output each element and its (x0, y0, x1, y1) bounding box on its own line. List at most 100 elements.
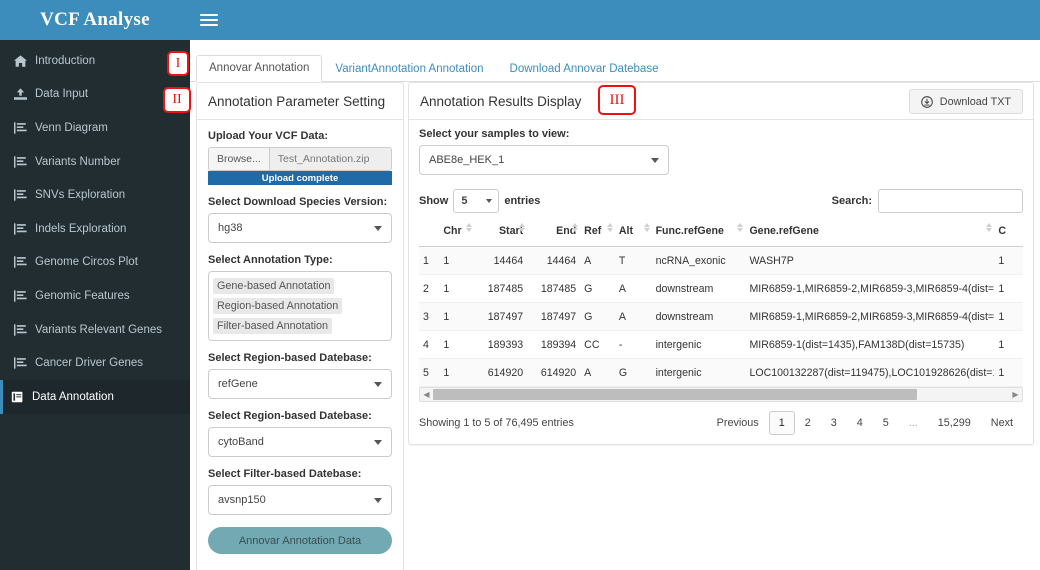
annovar-annotation-data-button[interactable]: Annovar Annotation Data (208, 527, 392, 554)
sample-select[interactable]: ABE8e_HEK_1 (419, 145, 669, 175)
cell-gene-refgene: LOC100132287(dist=119475),LOC101928626(d… (745, 358, 995, 387)
scroll-right-arrow-icon[interactable]: ▶ (1009, 390, 1022, 399)
scroll-left-arrow-icon[interactable]: ◀ (420, 390, 433, 399)
pagination-page-1[interactable]: 1 (768, 411, 795, 436)
sidebar-item-venn-diagram[interactable]: Venn Diagram (0, 111, 190, 145)
table-row[interactable]: 5 1 614920 614920 A G intergenic LOC1001… (419, 358, 1023, 387)
search-input[interactable] (878, 189, 1023, 213)
sidebar: VCF Analyse Introduction Data Input Venn (0, 0, 190, 570)
filter-db-select[interactable]: avsnp150 (208, 485, 392, 515)
sidebar-item-label: Introduction (35, 54, 96, 67)
annotation-parameter-panel: Annotation Parameter Setting Upload Your… (196, 82, 404, 570)
pagination-next[interactable]: Next (981, 411, 1023, 435)
table-row[interactable]: 4 1 189393 189394 CC - intergenic MIR685… (419, 330, 1023, 359)
sidebar-item-indels-exploration[interactable]: Indels Exploration (0, 212, 190, 246)
pagination-page-2[interactable]: 2 (795, 411, 821, 435)
sidebar-item-genomic-features[interactable]: Genomic Features (0, 279, 190, 313)
entries-per-page-select[interactable]: 5 (453, 189, 500, 213)
annotation-type-option[interactable]: Filter-based Annotation (213, 318, 333, 334)
download-txt-button[interactable]: Download TXT (908, 89, 1023, 114)
sidebar-item-genome-circos-plot[interactable]: Genome Circos Plot (0, 246, 190, 280)
table-controls: Show 5 entries Search: (419, 189, 1023, 213)
col-func-refgene[interactable]: Func.refGene (651, 221, 746, 247)
col-start[interactable]: Start (474, 221, 528, 247)
table-horizontal-scrollbar[interactable]: ◀ ▶ (419, 387, 1023, 402)
cell-alt: A (614, 274, 652, 303)
col-end[interactable]: End (527, 221, 581, 247)
sidebar-item-variants-relevant-genes[interactable]: Variants Relevant Genes (0, 313, 190, 347)
sidebar-item-introduction[interactable]: Introduction (0, 44, 190, 78)
cell-start: 189393 (474, 330, 528, 359)
browse-button[interactable]: Browse... (209, 148, 270, 170)
col-alt[interactable]: Alt (614, 221, 652, 247)
vcf-file-input[interactable]: Browse... Test_Annotation.zip (208, 147, 392, 171)
entries-label: entries (504, 195, 541, 207)
scrollbar-track[interactable] (433, 389, 1009, 400)
scrollbar-thumb[interactable] (433, 389, 917, 400)
content-area: Annovar Annotation VariantAnnotation Ann… (190, 40, 1040, 570)
cell-ref: A (580, 246, 615, 275)
pagination-previous[interactable]: Previous (707, 411, 769, 435)
sidebar-item-data-input[interactable]: Data Input (0, 78, 190, 112)
region-db-1-value: refGene (218, 378, 258, 390)
sort-arrows-icon[interactable] (643, 223, 650, 232)
region-db-2-select[interactable]: cytoBand (208, 427, 392, 457)
region-db-2-value: cytoBand (218, 436, 264, 448)
sort-arrows-icon[interactable] (986, 223, 993, 232)
table-footer: Showing 1 to 5 of 76,495 entries Previou… (419, 411, 1023, 436)
upload-icon (14, 88, 31, 101)
col-chr[interactable]: Chr (439, 221, 475, 247)
download-txt-label: Download TXT (939, 95, 1011, 108)
annotation-type-option[interactable]: Gene-based Annotation (213, 278, 335, 294)
sort-arrows-icon[interactable] (572, 223, 579, 232)
cell-alt: G (614, 358, 652, 387)
pagination-page-4[interactable]: 4 (847, 411, 873, 435)
cell-func-refgene: ncRNA_exonic (651, 246, 746, 275)
sort-arrows-icon[interactable] (519, 223, 526, 232)
sidebar-item-label: Indels Exploration (35, 222, 127, 235)
chevron-down-icon (374, 440, 382, 445)
bar-chart-icon (14, 357, 31, 370)
tab-variantannotation-annotation[interactable]: VariantAnnotation Annotation (322, 56, 496, 83)
cell-chr: 1 (439, 274, 475, 303)
bar-chart-icon (14, 289, 31, 302)
col-chr-label: Chr (443, 225, 462, 237)
col-index (419, 221, 440, 247)
panel-title: Annotation Parameter Setting (208, 93, 386, 109)
show-entries-control: Show 5 entries (419, 189, 540, 213)
sort-arrows-icon[interactable] (466, 223, 473, 232)
sidebar-item-variants-number[interactable]: Variants Number (0, 145, 190, 179)
annotation-type-option[interactable]: Region-based Annotation (213, 298, 343, 314)
col-ref[interactable]: Ref (580, 221, 615, 247)
region-db-1-select[interactable]: refGene (208, 369, 392, 399)
filter-db-label: Select Filter-based Datebase: (208, 468, 362, 480)
pagination-page-5[interactable]: 5 (873, 411, 899, 435)
table-row[interactable]: 3 1 187497 187497 G A downstream MIR6859… (419, 302, 1023, 331)
sort-arrows-icon[interactable] (737, 223, 744, 232)
table-row[interactable]: 2 1 187485 187485 G A downstream MIR6859… (419, 274, 1023, 303)
sort-arrows-icon[interactable] (606, 223, 613, 232)
table-row[interactable]: 1 1 14464 14464 A T ncRNA_exonic WASH7P … (419, 246, 1023, 275)
pagination-page-3[interactable]: 3 (821, 411, 847, 435)
hamburger-icon[interactable] (200, 11, 218, 29)
results-table-head: Chr Start End Ref Alt Func.refGene Gene.… (419, 221, 1023, 247)
bar-chart-icon (14, 256, 31, 269)
species-version-select[interactable]: hg38 (208, 213, 392, 243)
cell-end: 14464 (527, 246, 581, 275)
tab-download-annovar-datebase[interactable]: Download Annovar Datebase (497, 56, 672, 83)
pagination-page-last[interactable]: 15,299 (928, 411, 981, 435)
col-ref-label: Ref (584, 225, 602, 237)
uploaded-file-name: Test_Annotation.zip (269, 148, 391, 170)
sidebar-item-data-annotation[interactable]: Data Annotation (0, 379, 190, 414)
sidebar-item-cancer-driver-genes[interactable]: Cancer Driver Genes (0, 346, 190, 380)
col-gene-refgene[interactable]: Gene.refGene (745, 221, 995, 247)
tab-annovar-annotation[interactable]: Annovar Annotation (196, 54, 323, 82)
cell-index: 5 (419, 358, 440, 387)
cell-func-refgene: intergenic (651, 330, 746, 359)
sidebar-item-snvs-exploration[interactable]: SNVs Exploration (0, 178, 190, 212)
cell-alt: A (614, 302, 652, 331)
col-cytoband-truncated[interactable]: C (994, 221, 1023, 247)
annotation-type-listbox[interactable]: Gene-based Annotation Region-based Annot… (208, 271, 392, 341)
pagination: Previous 1 2 3 4 5 ... 15,299 Next (707, 411, 1023, 436)
entries-value: 5 (461, 195, 468, 207)
